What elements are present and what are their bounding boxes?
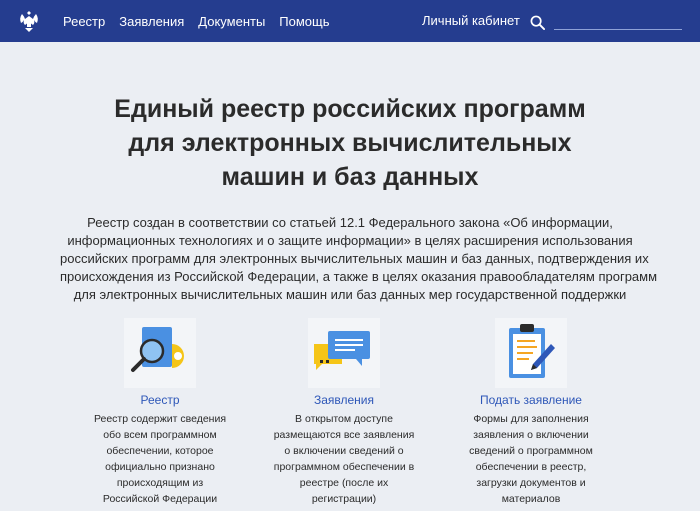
- card-text-line: обо всем программном: [103, 429, 217, 441]
- submit-application-card-title[interactable]: Подать заявление: [441, 392, 621, 408]
- top-navigation-bar: Реестр Заявления Документы Помощь Личный…: [0, 0, 700, 42]
- nav-item-documents[interactable]: Документы: [198, 14, 265, 29]
- applications-card: Заявления В открытом доступе размещаются…: [254, 318, 434, 507]
- search-input[interactable]: [554, 12, 682, 30]
- card-text-line: официально признано: [105, 461, 215, 473]
- card-text-line: программном обеспечении в: [273, 461, 415, 473]
- card-text-line: В открытом доступе: [295, 413, 393, 425]
- nav-item-registry[interactable]: Реестр: [63, 14, 105, 29]
- description-line: происхождения из Российской Федерации, а…: [60, 269, 658, 284]
- card-text-line: происходящим из: [116, 477, 204, 489]
- nav-item-applications[interactable]: Заявления: [119, 14, 184, 29]
- description-line: российских программ для электронных вычи…: [60, 251, 649, 266]
- description-line: информационных технологиях и о защите ин…: [67, 233, 633, 248]
- magnifier-document-icon[interactable]: [124, 318, 196, 388]
- chat-bubbles-icon[interactable]: [308, 318, 380, 388]
- submit-application-card-text: Формы для заполнения заявления о включен…: [441, 411, 621, 507]
- card-text-line: загрузки документов и: [476, 477, 586, 489]
- registry-card-title[interactable]: Реестр: [70, 392, 250, 408]
- card-text-line: обеспечении, которое: [106, 445, 214, 457]
- nav-item-help[interactable]: Помощь: [279, 14, 329, 29]
- card-text-line: размещаются все заявления: [273, 429, 415, 441]
- registry-card-text: Реестр содержит сведения обо всем програ…: [70, 411, 250, 507]
- registry-card: Реестр Реестр содержит сведения обо всем…: [70, 318, 250, 507]
- applications-card-text: В открытом доступе размещаются все заявл…: [254, 411, 434, 507]
- submit-application-card: Подать заявление Формы для заполнения за…: [441, 318, 621, 507]
- card-text-line: материалов: [501, 493, 561, 505]
- title-line: машин и баз данных: [221, 163, 479, 191]
- title-line: для электронных вычислительных: [128, 129, 572, 157]
- page-title: Единый реестр российских программ для эл…: [0, 92, 700, 194]
- search-icon[interactable]: [530, 15, 545, 30]
- card-text-line: Формы для заполнения: [473, 413, 589, 425]
- title-line: Единый реестр российских программ: [114, 95, 586, 123]
- personal-cabinet-link[interactable]: Личный кабинет: [422, 13, 520, 28]
- clipboard-pen-icon[interactable]: [495, 318, 567, 388]
- card-text-line: Российской Федерации: [102, 493, 218, 505]
- card-text-line: регистрации): [311, 493, 377, 505]
- card-text-line: о включении сведений о: [284, 445, 404, 457]
- page-description: Реестр создан в соответствии со статьей …: [60, 214, 658, 304]
- applications-card-title[interactable]: Заявления: [254, 392, 434, 408]
- main-nav: Реестр Заявления Документы Помощь: [63, 0, 344, 42]
- card-text-line: сведений о программном: [469, 445, 593, 457]
- description-line: для электронных вычислительных машин или…: [73, 287, 627, 302]
- card-text-line: обеспечении в реестр,: [475, 461, 587, 473]
- card-text-line: заявления о включении: [473, 429, 589, 441]
- card-text-line: реестре (после их: [299, 477, 389, 489]
- card-text-line: Реестр содержит сведения: [93, 413, 227, 425]
- coat-of-arms-icon[interactable]: [16, 8, 42, 34]
- description-line: Реестр создан в соответствии со статьей …: [87, 215, 613, 230]
